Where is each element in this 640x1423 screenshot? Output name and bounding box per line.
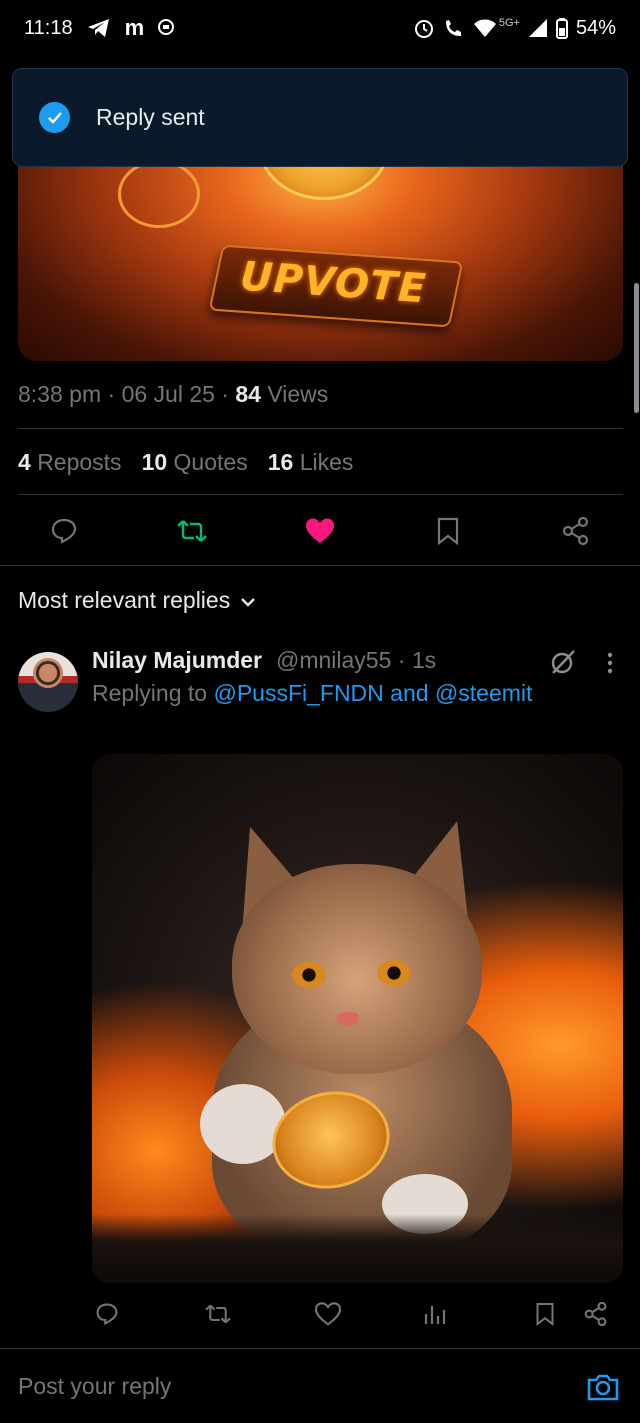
- bookmark-icon[interactable]: [525, 1294, 565, 1334]
- more-options-icon[interactable]: [600, 648, 620, 678]
- wifi-calling-icon: [443, 17, 465, 39]
- battery-icon: [555, 17, 568, 39]
- wifi-icon: [473, 18, 497, 38]
- reposts-stat[interactable]: 4 Reposts: [18, 449, 122, 476]
- avatar[interactable]: [18, 652, 78, 712]
- reply-media-image[interactable]: [92, 754, 623, 1283]
- quotes-count: 10: [141, 449, 168, 475]
- cat-head: [232, 864, 482, 1074]
- reply-action-bar: [0, 1294, 640, 1334]
- share-icon[interactable]: [576, 1294, 616, 1334]
- post-stats: 4 Reposts 10 Quotes 16 Likes: [18, 449, 353, 476]
- reposts-count: 4: [18, 449, 31, 475]
- divider: [18, 428, 623, 429]
- grok-icon[interactable]: [548, 647, 578, 677]
- divider: [18, 494, 623, 495]
- scrollbar[interactable]: [634, 283, 639, 413]
- likes-count: 16: [267, 449, 294, 475]
- telegram-icon: [87, 18, 111, 38]
- reply-time: 1s: [411, 647, 437, 673]
- replying-to: Replying to @PussFi_FNDN and @steemit: [92, 680, 532, 707]
- post-meta: 8:38 pm · 06 Jul 25 · 84 Views: [18, 381, 329, 407]
- reply-input[interactable]: Post your reply: [18, 1373, 171, 1400]
- reply-author-handle[interactable]: @mnilay55 · 1s: [276, 647, 436, 674]
- network-type: 5G+: [498, 17, 520, 29]
- repost-icon[interactable]: [169, 508, 215, 554]
- camera-icon[interactable]: [586, 1371, 620, 1403]
- cat-eye-left: [292, 962, 326, 988]
- status-time: 11:18: [24, 16, 73, 39]
- cat-nose: [337, 1012, 359, 1026]
- chat-app-icon: [158, 19, 175, 37]
- likes-label: Likes: [299, 449, 354, 475]
- quotes-label: Quotes: [173, 449, 248, 475]
- share-icon[interactable]: [553, 508, 599, 554]
- m-app-icon: m: [124, 15, 145, 40]
- alarm-icon: [413, 17, 435, 39]
- reposts-label: Reposts: [37, 449, 122, 475]
- reply-composer[interactable]: Post your reply: [0, 1348, 640, 1423]
- toast-message: Reply sent: [96, 104, 205, 130]
- post-action-bar: [0, 508, 640, 554]
- post-date: 06 Jul 25: [121, 381, 215, 407]
- post-time: 8:38 pm: [18, 381, 102, 407]
- steem-logo: [118, 160, 200, 228]
- sort-label: Most relevant replies: [18, 587, 231, 613]
- likes-stat[interactable]: 16 Likes: [268, 449, 354, 476]
- analytics-icon[interactable]: [414, 1294, 454, 1334]
- like-icon[interactable]: [297, 508, 343, 554]
- views-count: 84: [235, 381, 261, 407]
- check-circle-icon: [39, 102, 70, 133]
- replies-sort-dropdown[interactable]: Most relevant replies: [18, 587, 256, 614]
- reply-author-name[interactable]: Nilay Majumder: [92, 647, 262, 674]
- replying-targets-link[interactable]: @PussFi_FNDN and @steemit: [213, 680, 532, 706]
- ground-graphic: [92, 1214, 623, 1283]
- replying-prefix: Replying to: [92, 680, 208, 706]
- battery-percent: 54%: [575, 16, 616, 39]
- signal-icon: [528, 18, 548, 38]
- reply-icon[interactable]: [41, 508, 87, 554]
- views-label: Views: [267, 381, 329, 407]
- section-separator: [0, 565, 640, 566]
- app-screen: 11:18 m 5G+ 54% Reply sent UPVOTE 8:38 p…: [0, 0, 640, 1423]
- reply-handle-text: @mnilay55: [276, 647, 392, 673]
- bookmark-icon[interactable]: [425, 508, 471, 554]
- reply-icon[interactable]: [87, 1294, 127, 1334]
- reply-sent-toast[interactable]: Reply sent: [12, 68, 628, 167]
- chevron-down-icon: [240, 587, 256, 614]
- quotes-stat[interactable]: 10 Quotes: [142, 449, 248, 476]
- like-icon[interactable]: [308, 1294, 348, 1334]
- status-bar: 11:18 m 5G+ 54%: [0, 0, 640, 56]
- cat-eye-right: [377, 960, 411, 986]
- repost-icon[interactable]: [198, 1294, 238, 1334]
